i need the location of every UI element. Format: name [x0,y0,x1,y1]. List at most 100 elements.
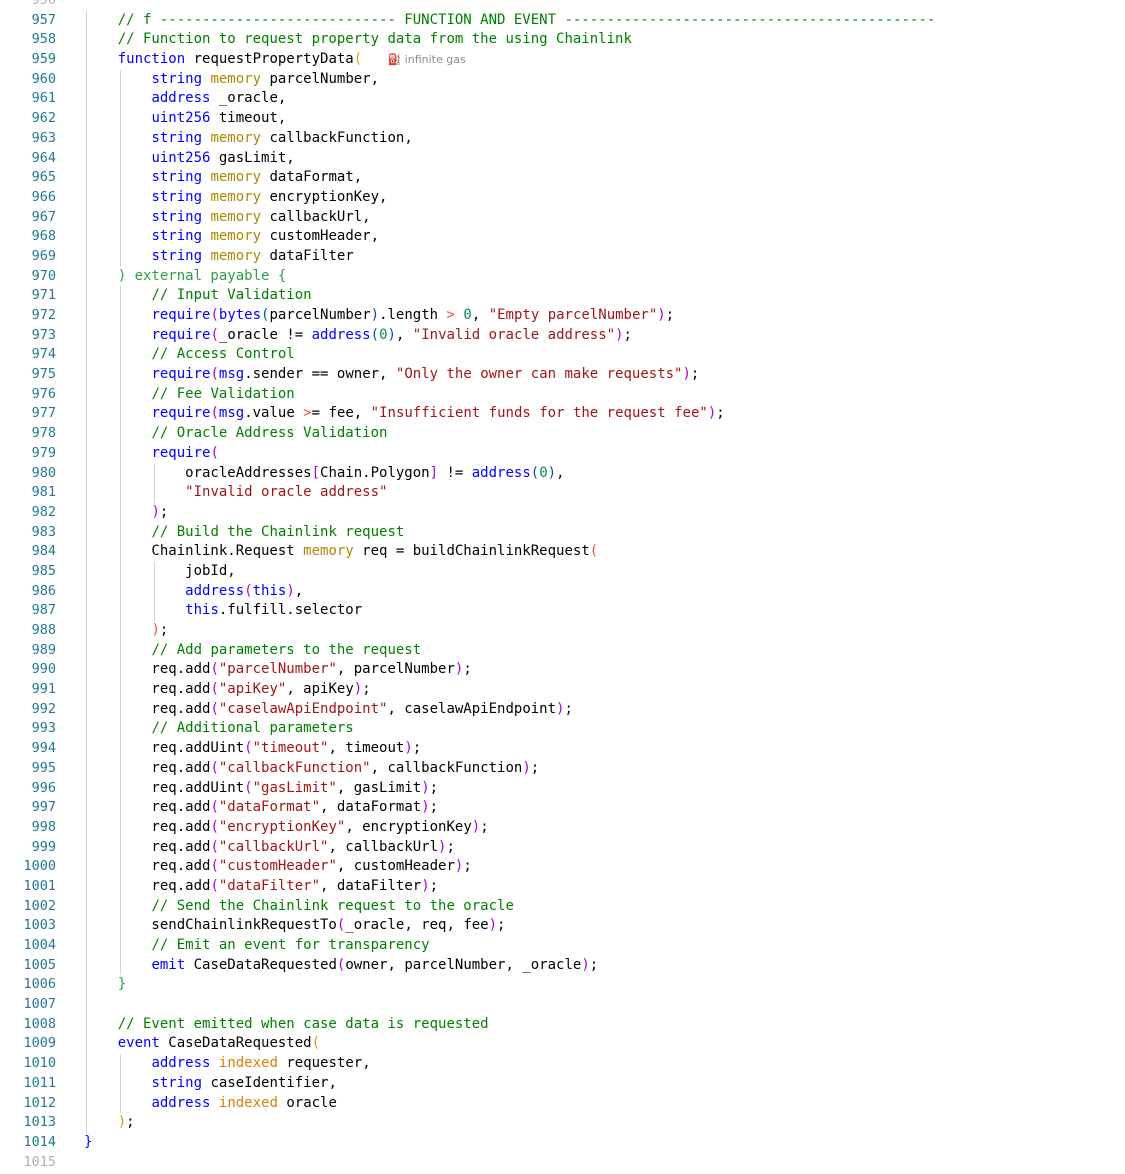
code-text: // Event emitted when case data is reque… [117,1015,489,1032]
code-text: this.fulfill.selector [185,602,363,619]
code-line[interactable]: 1008 // Event emitted when case data is … [0,1014,1125,1035]
code-line[interactable]: 990 req.add("parcelNumber", parcelNumber… [0,660,1125,681]
code-text: } [117,976,127,993]
code-text: Chainlink.Request memory req = buildChai… [84,543,599,560]
line-number: 965 [31,169,56,186]
code-line[interactable]: 977 require(msg.value >= fee, "Insuffici… [0,404,1125,425]
code-line[interactable]: 1000 req.add("customHeader", customHeade… [0,857,1125,877]
code-text: address indexed requester, [151,1055,371,1072]
code-text: req.addUint("timeout", timeout); [84,740,422,757]
code-line[interactable]: 1006 } [0,975,1125,996]
code-editor[interactable]: 956 957 // f ----------------------------… [0,0,1125,1172]
code-line[interactable]: 997 req.add("dataFormat", dataFormat); [0,798,1125,818]
line-number: 983 [31,523,56,540]
line-number: 994 [31,740,56,757]
code-line[interactable]: 987 this.fulfill.selector [0,601,1125,621]
code-line[interactable]: 973 require(_oracle != address(0), "Inva… [0,325,1125,346]
line-number: 986 [31,582,56,599]
code-line[interactable]: 1011 string caseIdentifier, [0,1073,1125,1094]
code-line[interactable]: 983 // Build the Chainlink request [0,522,1125,543]
code-line[interactable]: 959 function requestPropertyData( ⛽ infi… [0,50,1125,70]
line-number: 989 [31,641,56,658]
line-number: 958 [31,31,56,48]
line-number: 969 [31,247,56,264]
code-line[interactable]: 989 // Add parameters to the request [0,640,1125,661]
code-line[interactable]: 1005 emit CaseDataRequested(owner, parce… [0,955,1125,976]
code-line[interactable]: 970 ) external payable { [0,266,1125,287]
code-line[interactable]: 981 "Invalid oracle address" [0,483,1125,503]
code-line[interactable]: 968 string memory customHeader, [0,227,1125,247]
code-line[interactable]: 961 address _oracle, [0,89,1125,110]
line-number: 971 [31,287,56,304]
line-number: 1002 [23,897,56,914]
code-line[interactable]: 956 [0,0,1125,11]
code-text: req.add("callbackFunction", callbackFunc… [84,759,540,776]
code-line[interactable]: 1003 sendChainlinkRequestTo(_oracle, req… [0,916,1125,936]
line-number: 976 [31,385,56,402]
code-line[interactable]: 963 string memory callbackFunction, [0,128,1125,149]
code-text: // Emit an event for transparency [151,937,430,953]
code-line[interactable]: 1014} [0,1133,1125,1153]
code-line[interactable]: 974 // Access Control [0,345,1125,366]
code-line[interactable]: 962 uint256 timeout, [0,109,1125,129]
line-number: 972 [31,307,56,323]
code-line[interactable]: 1009 event CaseDataRequested( [0,1034,1125,1055]
line-number: 964 [31,149,56,166]
code-line[interactable]: 996 req.addUint("gasLimit", gasLimit); [0,778,1125,799]
code-line[interactable]: 999 req.add("callbackUrl", callbackUrl); [0,837,1125,858]
code-line[interactable]: 1010 address indexed requester, [0,1054,1125,1074]
code-text: "Invalid oracle address" [185,484,388,501]
code-line[interactable]: 994 req.addUint("timeout", timeout); [0,739,1125,759]
code-text: uint256 timeout, [151,110,287,127]
line-number: 957 [31,11,56,28]
code-line[interactable]: 995 req.add("callbackFunction", callback… [0,758,1125,779]
code-line[interactable]: 980 oracleAddresses[Chain.Polygon] != ad… [0,463,1125,484]
code-line[interactable]: 972 require(bytes(parcelNumber).length >… [0,306,1125,326]
code-text: oracleAddresses[Chain.Polygon] != addres… [84,464,565,481]
code-line[interactable]: 960 string memory parcelNumber, [0,69,1125,90]
code-line[interactable]: 1015 [0,1153,1125,1173]
code-line[interactable]: 1012 address indexed oracle [0,1093,1125,1114]
line-number: 1003 [23,917,56,934]
code-line[interactable]: 986 address(this), [0,581,1125,602]
code-line[interactable]: 971 // Input Validation [0,286,1125,306]
code-line[interactable]: 998 req.add("encryptionKey", encryptionK… [0,817,1125,838]
code-line[interactable]: 975 require(msg.sender == owner, "Only t… [0,365,1125,385]
code-line[interactable]: 993 // Additional parameters [0,719,1125,740]
code-line[interactable]: 979 require( [0,443,1125,464]
code-line[interactable]: 1013 ); [0,1113,1125,1133]
code-text: require(_oracle != address(0), "Invalid … [151,326,632,343]
indent-guide [85,995,87,1015]
code-line[interactable]: 982 ); [0,502,1125,523]
code-line[interactable]: 988 ); [0,621,1125,641]
line-number: 1010 [23,1055,56,1072]
line-number: 980 [31,464,56,481]
line-number: 1000 [23,858,56,875]
code-line[interactable]: 967 string memory callbackUrl, [0,207,1125,228]
code-line[interactable]: 976 // Fee Validation [0,384,1125,405]
code-text: event CaseDataRequested( [117,1035,321,1052]
code-line[interactable]: 964 uint256 gasLimit, [0,148,1125,169]
code-line[interactable]: 1001 req.add("dataFilter", dataFilter); [0,876,1125,897]
code-text: // Input Validation [151,287,312,304]
code-line[interactable]: 957 // f ---------------------------- FU… [0,10,1125,31]
code-line[interactable]: 985 jobId, [0,561,1125,582]
code-line[interactable]: 984 Chainlink.Request memory req = build… [0,542,1125,562]
code-text: address _oracle, [151,90,287,107]
code-line[interactable]: 966 string memory encryptionKey, [0,187,1125,208]
line-number: 978 [31,425,56,442]
code-line[interactable]: 965 string memory dataFormat, [0,168,1125,188]
code-line[interactable]: 958 // Function to request property data… [0,30,1125,51]
line-number: 962 [31,110,56,127]
code-line[interactable]: 978 // Oracle Address Validation [0,424,1125,444]
line-number: 966 [31,188,56,205]
code-line[interactable]: 991 req.add("apiKey", apiKey); [0,680,1125,700]
code-line[interactable]: 1002 // Send the Chainlink request to th… [0,896,1125,917]
code-text: address(this), [185,582,304,599]
code-line[interactable]: 992 req.add("caselawApiEndpoint", casela… [0,699,1125,720]
code-line[interactable]: 1007 [0,995,1125,1015]
code-line[interactable]: 969 string memory dataFilter [0,246,1125,267]
code-text: // f ---------------------------- FUNCTI… [117,11,936,28]
code-line[interactable]: 1004 // Emit an event for transparency [0,936,1125,956]
code-text: req.add("parcelNumber", parcelNumber); [84,661,472,678]
